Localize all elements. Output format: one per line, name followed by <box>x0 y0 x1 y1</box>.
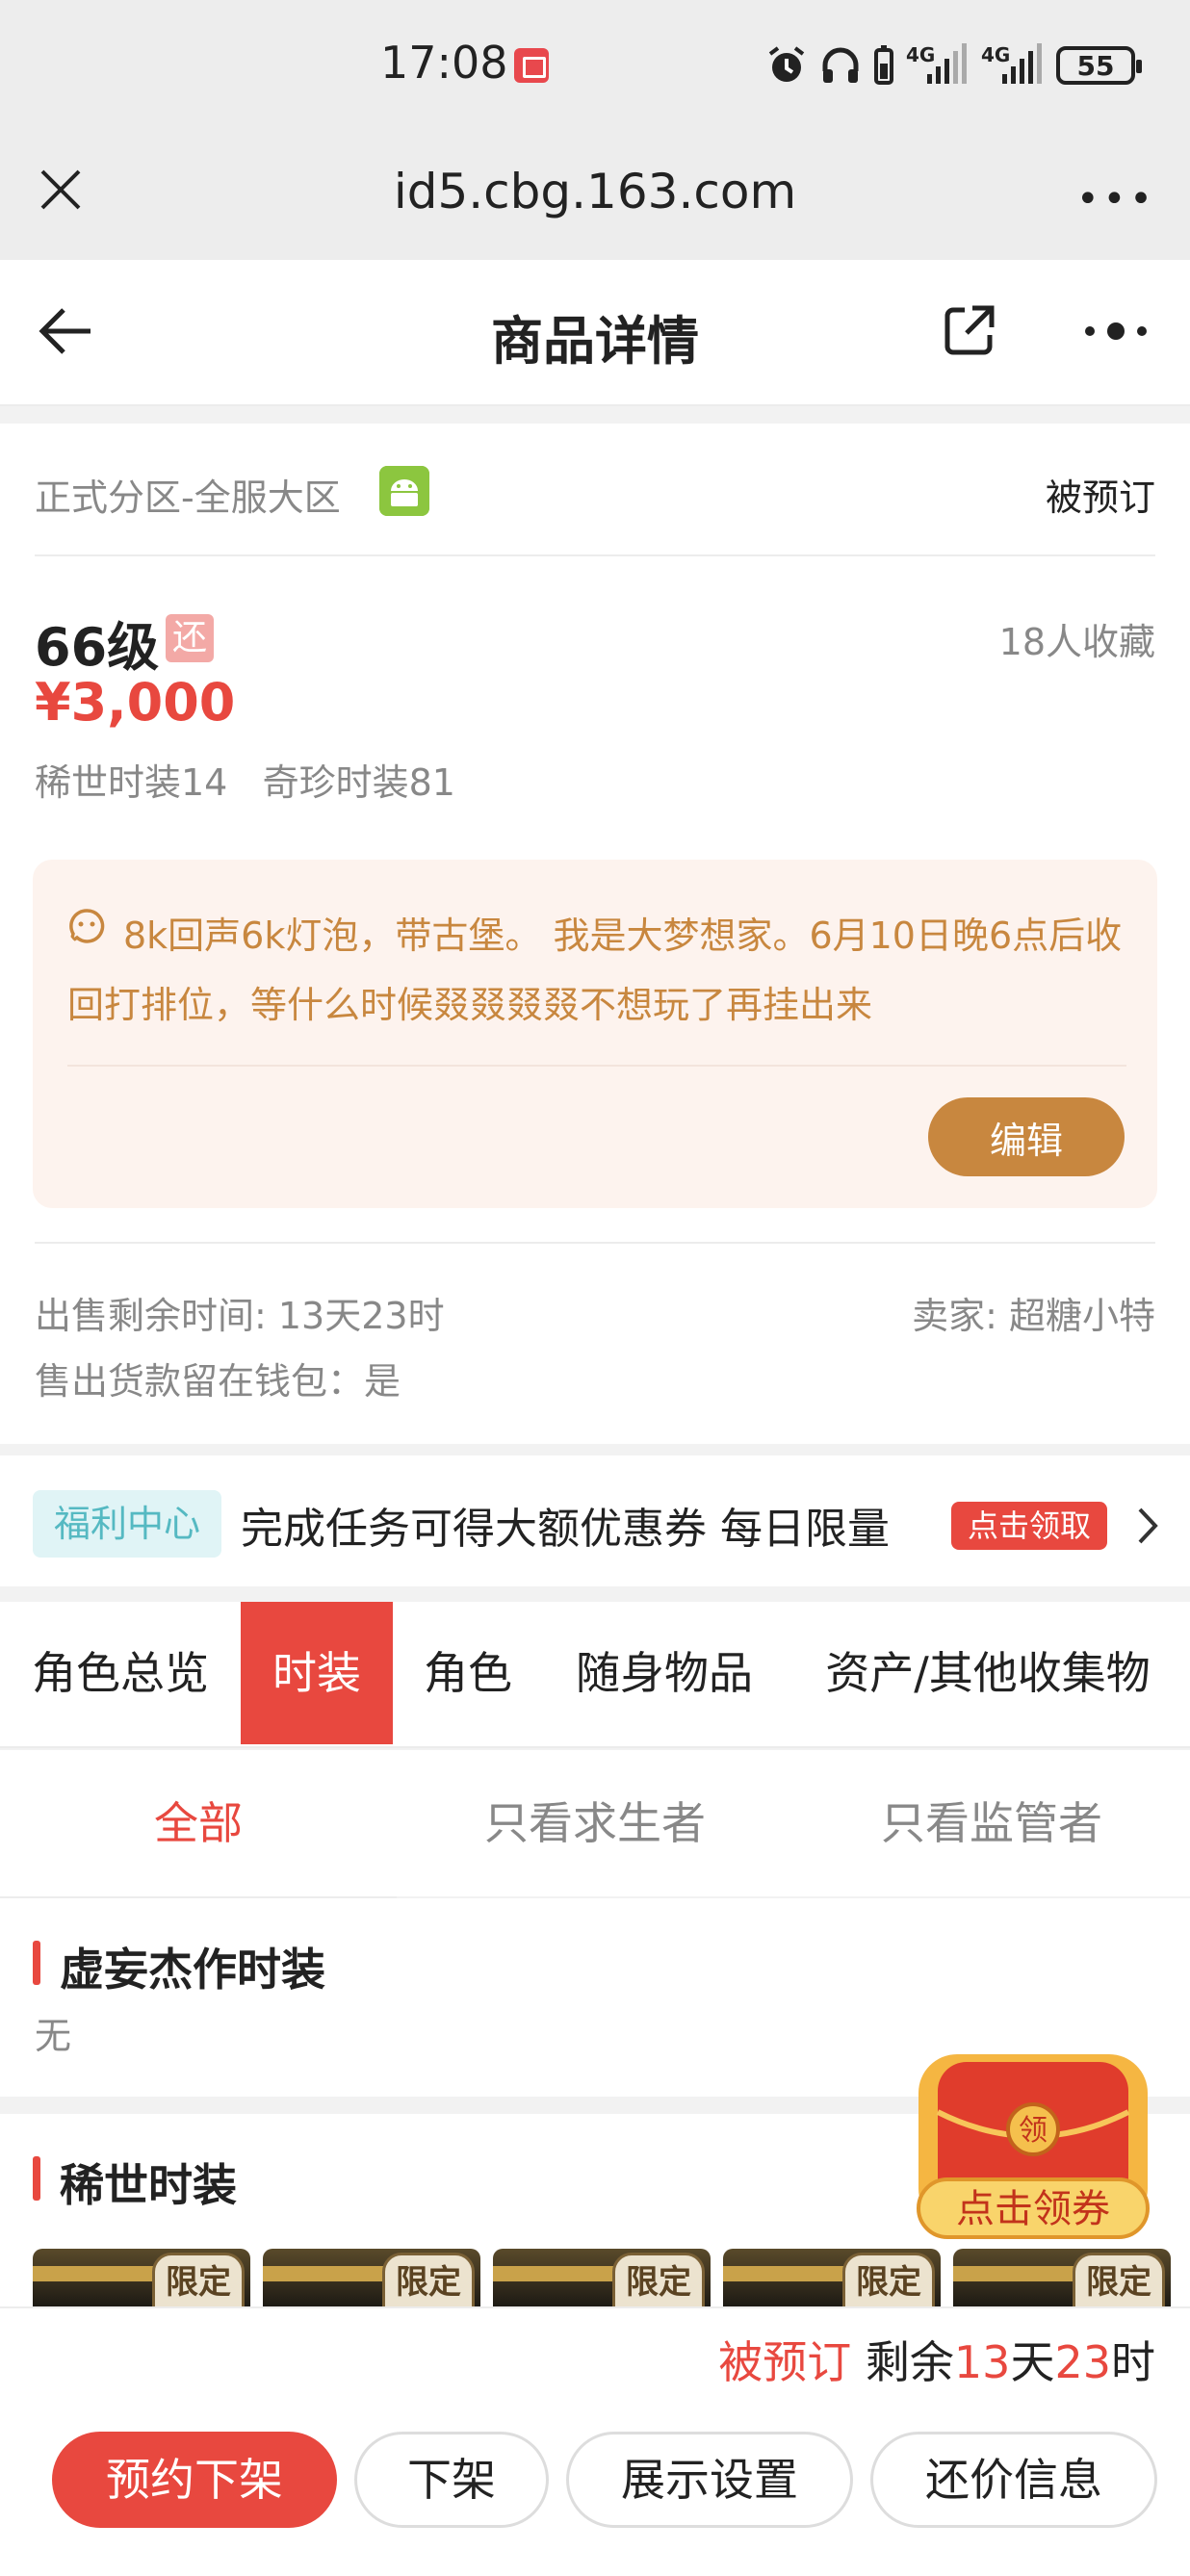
skin-thumbnail[interactable]: 限定 <box>33 2249 250 2306</box>
share-icon[interactable] <box>940 302 997 360</box>
coupon-label: 点击领券 <box>956 2187 1110 2231</box>
filter-tabs: 全部 只看求生者 只看监管者 <box>0 1750 1190 1896</box>
seller-note-text: 8k回声6k灯泡，带古堡。 我是大梦想家。6月10日晚6点后收回打排位，等什么时… <box>67 914 1123 1026</box>
reserved-label: 被预订 <box>718 2336 852 2388</box>
limited-tag: 限定 <box>842 2253 935 2306</box>
favorites-count: 18人收藏 <box>998 621 1155 663</box>
signal-1-icon: 4G <box>906 43 970 88</box>
tab-characters[interactable]: 角色 <box>393 1602 543 1744</box>
tab-items[interactable]: 随身物品 <box>543 1602 786 1744</box>
skin-thumbnail[interactable]: 限定 <box>723 2249 941 2306</box>
tab-overview[interactable]: 角色总览 <box>0 1602 241 1744</box>
more-icon[interactable] <box>1082 314 1150 348</box>
edit-button[interactable]: 编辑 <box>928 1097 1125 1176</box>
filter-all[interactable]: 全部 <box>0 1750 397 1896</box>
divider <box>35 1242 1155 1244</box>
day-unit: 天 <box>1010 2336 1055 2388</box>
limited-tag: 限定 <box>612 2253 705 2306</box>
book-app-icon <box>514 48 549 83</box>
skin-thumbnail[interactable]: 限定 <box>263 2249 480 2306</box>
url-text[interactable]: id5.cbg.163.com <box>0 164 1190 219</box>
close-icon[interactable] <box>37 166 85 214</box>
battery-icon: 55 <box>1056 46 1142 85</box>
browser-more-icon[interactable]: ••• <box>1076 177 1156 221</box>
level-text: 66级 <box>35 617 160 678</box>
android-icon <box>379 466 429 516</box>
category-tabs: 角色总览 时装 角色 随身物品 资产/其他收集物 <box>0 1602 1190 1748</box>
display-settings-button[interactable]: 展示设置 <box>566 2432 853 2528</box>
remain-hours: 23 <box>1054 2336 1111 2388</box>
status-icons: 4G 4G 55 <box>765 37 1142 94</box>
delist-button[interactable]: 下架 <box>354 2432 549 2528</box>
welfare-tag: 福利中心 <box>33 1490 221 1558</box>
server-label: 正式分区-全服大区 <box>35 477 341 519</box>
claim-button[interactable]: 点击领取 <box>951 1502 1107 1550</box>
filter-survivor[interactable]: 只看求生者 <box>397 1750 793 1896</box>
remain-label: 剩余 <box>865 2336 954 2388</box>
reserve-delist-button[interactable]: 预约下架 <box>52 2432 337 2528</box>
divider <box>67 1065 1126 1067</box>
status-label: 被预订 <box>1045 477 1155 519</box>
section-title: 稀世时装 <box>60 2159 237 2211</box>
filter-hunter[interactable]: 只看监管者 <box>793 1750 1190 1896</box>
skin-thumbnail[interactable]: 限定 <box>953 2249 1171 2306</box>
coupon-float-button[interactable]: 领 点击领券 <box>911 2045 1155 2247</box>
skin-thumbnail[interactable]: 限定 <box>493 2249 711 2306</box>
tab-fashion[interactable]: 时装 <box>241 1602 393 1744</box>
hour-unit: 时 <box>1111 2336 1155 2388</box>
remain-days: 13 <box>953 2336 1011 2388</box>
chevron-right-icon[interactable] <box>1128 1502 1167 1550</box>
limited-tag: 限定 <box>382 2253 475 2306</box>
section-marker <box>33 2156 40 2201</box>
bottom-status: 被预订 剩余13天23时 <box>718 2328 1155 2391</box>
wallet-setting: 售出货款留在钱包：是 <box>35 1360 401 1403</box>
counter-offer-button[interactable]: 还价信息 <box>870 2432 1157 2528</box>
section-title: 虚妄杰作时装 <box>60 1944 325 1996</box>
seller-name[interactable]: 卖家: 超糖小特 <box>912 1286 1155 1339</box>
counter-offer-badge: 还 <box>166 614 214 662</box>
coupon-seal: 领 <box>1019 2114 1048 2148</box>
welfare-text: 完成任务可得大额优惠券 每日限量 <box>241 1505 890 1554</box>
remaining-time: 出售剩余时间: 13天23时 <box>35 1295 445 1337</box>
signal-2-icon: 4G <box>981 43 1045 88</box>
page-title: 商品详情 <box>491 311 699 372</box>
divider <box>35 554 1155 556</box>
limited-tag: 限定 <box>1073 2253 1165 2306</box>
headphones-icon <box>822 47 859 83</box>
vibrate-battery-icon <box>874 45 893 85</box>
price: ¥3,000 <box>35 672 236 733</box>
browser-bar: id5.cbg.163.com <box>0 135 1190 260</box>
tab-assets[interactable]: 资产/其他收集物 <box>786 1602 1190 1744</box>
alarm-icon <box>768 46 805 82</box>
skins-summary: 稀世时装14 奇珍时装81 <box>35 761 455 804</box>
status-bar: 17:08 4G 4G 55 <box>0 0 1190 135</box>
nav-bar: 商品详情 <box>0 260 1190 406</box>
section-marker <box>33 1941 40 1985</box>
clock: 17:08 <box>380 37 508 89</box>
empty-text: 无 <box>35 2015 72 2057</box>
limited-tag: 限定 <box>152 2253 245 2306</box>
